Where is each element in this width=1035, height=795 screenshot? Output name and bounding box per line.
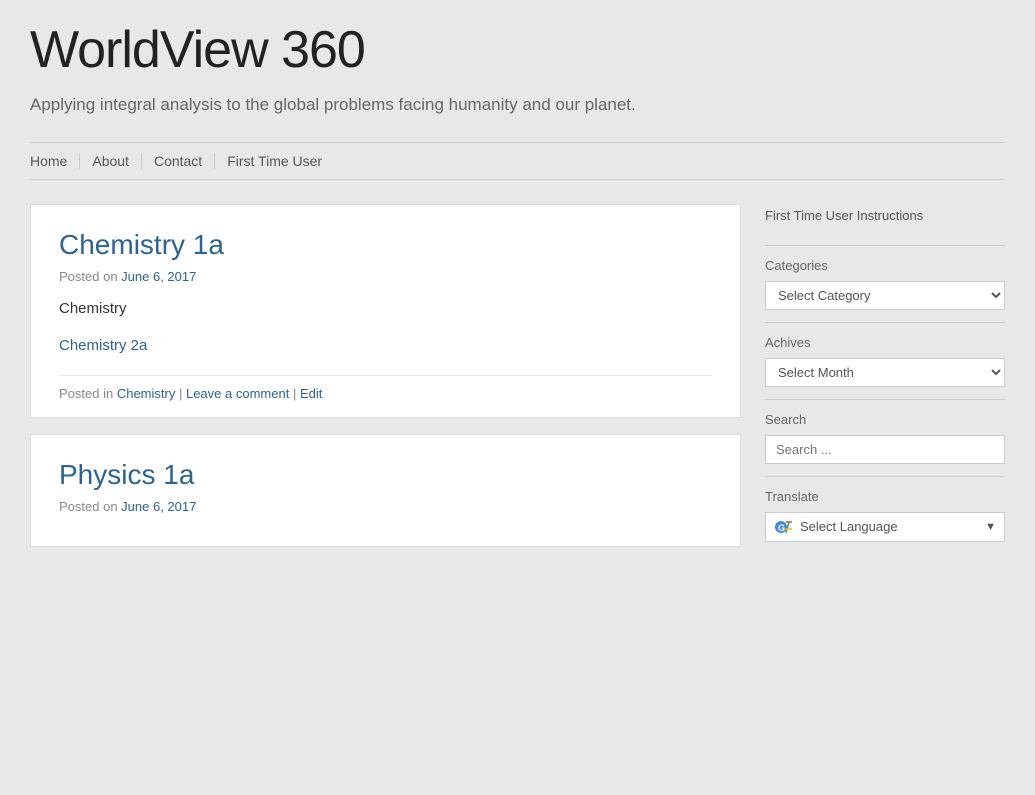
sidebar-archives-select[interactable]: Select Month (765, 358, 1005, 387)
sidebar-divider-3 (765, 399, 1005, 400)
post-1-title-link[interactable]: Chemistry 1a (59, 229, 224, 260)
sidebar-translate-text: Select Language (800, 519, 981, 534)
google-translate-icon: G (774, 517, 794, 537)
sidebar-divider-1 (765, 245, 1005, 246)
post-2-title-link[interactable]: Physics 1a (59, 459, 194, 490)
sidebar-archives: Achives Select Month (765, 335, 1005, 387)
post-1-footer: Posted in Chemistry | Leave a comment | … (59, 375, 712, 401)
sidebar-search-input[interactable] (765, 435, 1005, 464)
post-1-related-link: Chemistry 2a (59, 337, 712, 355)
svg-text:G: G (778, 523, 785, 533)
post-2-date[interactable]: June 6, 2017 (121, 499, 196, 514)
post-1-footer-posted-in: Posted in (59, 386, 113, 401)
post-2-title: Physics 1a (59, 459, 712, 491)
sidebar-first-time-user: First Time User Instructions (765, 204, 1005, 233)
post-card-2: Physics 1a Posted on June 6, 2017 (30, 434, 741, 547)
main-content: Chemistry 1a Posted on June 6, 2017 Chem… (30, 204, 741, 547)
nav-bar: Home About Contact First Time User (30, 142, 1005, 180)
post-1-footer-comment[interactable]: Leave a comment (186, 386, 289, 401)
sidebar-translate-label: Translate (765, 489, 1005, 504)
sidebar-categories-select[interactable]: Select Category (765, 281, 1005, 310)
nav-item-contact[interactable]: Contact (142, 153, 215, 169)
post-1-footer-sep2: | (293, 386, 300, 401)
post-1-content: Chemistry (59, 300, 712, 317)
post-1-related-link-anchor[interactable]: Chemistry 2a (59, 337, 147, 354)
sidebar-translate-widget[interactable]: G Select Language ▼ (765, 512, 1005, 542)
content-area: Chemistry 1a Posted on June 6, 2017 Chem… (30, 204, 1005, 547)
sidebar-search: Search (765, 412, 1005, 464)
nav-item-about[interactable]: About (80, 153, 142, 169)
sidebar-archives-label: Achives (765, 335, 1005, 350)
post-1-meta: Posted on June 6, 2017 (59, 269, 712, 284)
sidebar-first-time-user-link[interactable]: First Time User Instructions (765, 204, 1005, 233)
sidebar-divider-4 (765, 476, 1005, 477)
sidebar-divider-2 (765, 322, 1005, 323)
sidebar-translate: Translate G Select Language ▼ (765, 489, 1005, 542)
post-1-title: Chemistry 1a (59, 229, 712, 261)
site-description: Applying integral analysis to the global… (30, 92, 1005, 118)
page-wrapper: WorldView 360 Applying integral analysis… (0, 0, 1035, 795)
post-1-posted-on-label: Posted on (59, 269, 118, 284)
sidebar-categories-label: Categories (765, 258, 1005, 273)
post-1-footer-category[interactable]: Chemistry (117, 386, 176, 401)
post-card-1: Chemistry 1a Posted on June 6, 2017 Chem… (30, 204, 741, 418)
post-2-meta: Posted on June 6, 2017 (59, 499, 712, 514)
site-title: WorldView 360 (30, 20, 1005, 80)
sidebar: First Time User Instructions Categories … (765, 204, 1005, 542)
nav-item-first-time-user[interactable]: First Time User (215, 153, 334, 169)
post-1-footer-sep1: | (179, 386, 186, 401)
sidebar-translate-arrow: ▼ (985, 521, 996, 533)
post-1-footer-edit[interactable]: Edit (300, 386, 322, 401)
post-2-posted-on-label: Posted on (59, 499, 118, 514)
post-1-date[interactable]: June 6, 2017 (121, 269, 196, 284)
nav-item-home[interactable]: Home (30, 153, 80, 169)
sidebar-categories: Categories Select Category (765, 258, 1005, 310)
sidebar-search-label: Search (765, 412, 1005, 427)
